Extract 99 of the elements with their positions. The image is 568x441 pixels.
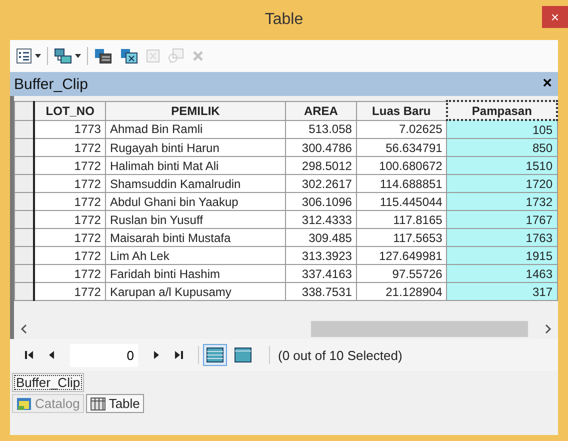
table-cell: Abdul Ghani bin Yaakup <box>105 192 286 210</box>
next-record-icon[interactable] <box>152 350 160 360</box>
table-cell: 1772 <box>34 174 106 192</box>
toolbar-button[interactable] <box>14 46 43 66</box>
row-selector[interactable] <box>14 228 34 246</box>
column-header[interactable]: PEMILIK <box>105 101 286 120</box>
table-cell: Lim Ah Lek <box>105 246 286 264</box>
row-selector[interactable] <box>14 138 34 156</box>
table-cell: Faridah binti Hashim <box>105 264 286 282</box>
table-cell: 300.4786 <box>286 138 356 156</box>
column-header[interactable]: Luas Baru <box>356 101 447 120</box>
row-selector[interactable] <box>14 174 34 192</box>
table-cell: 1773 <box>34 120 106 138</box>
table-cell: 1772 <box>34 264 106 282</box>
table-cell: 306.1096 <box>286 192 356 210</box>
table-cell: 1772 <box>34 156 106 174</box>
table-rows-icon <box>206 347 224 363</box>
table-cell: 1767 <box>446 210 557 228</box>
close-button[interactable]: × <box>540 75 554 93</box>
table-cell: 337.4163 <box>286 264 356 282</box>
table-cell: Karupan a/l Kupusamy <box>105 282 286 300</box>
table-cell: Shamsuddin Kamalrudin <box>105 174 286 192</box>
scroll-left-icon[interactable] <box>20 324 28 334</box>
row-selector[interactable] <box>14 246 34 264</box>
table-cell: 1763 <box>446 228 557 246</box>
table-cell: 309.485 <box>286 228 356 246</box>
catalog-icon <box>16 396 32 410</box>
table-cell: 338.7531 <box>286 282 356 300</box>
table-cell: 56.634791 <box>356 138 447 156</box>
row-selector[interactable] <box>14 120 34 138</box>
table-cell: 117.8165 <box>356 210 447 228</box>
table-cell: 1510 <box>446 156 557 174</box>
table-cell: 317 <box>446 282 557 300</box>
close-icon <box>192 50 204 62</box>
column-header[interactable]: LOT_NO <box>34 101 106 120</box>
row-selector[interactable] <box>14 210 34 228</box>
caret-icon <box>75 54 81 58</box>
table-cell: Maisarah binti Mustafa <box>105 228 286 246</box>
last-record-icon[interactable] <box>174 350 184 360</box>
table-cell: Ruslan bin Yusuff <box>105 210 286 228</box>
table-cell: 850 <box>446 138 557 156</box>
table-cell: 21.128904 <box>356 282 447 300</box>
table-cell: 100.680672 <box>356 156 447 174</box>
toolbar-button[interactable] <box>52 46 83 66</box>
caret-icon <box>35 54 41 58</box>
table-select-icon <box>94 48 112 64</box>
previous-record-icon[interactable] <box>48 350 56 360</box>
table-cell: 1772 <box>34 192 106 210</box>
table-title: Buffer_Clip <box>14 76 88 92</box>
table-cell: 313.3923 <box>286 246 356 264</box>
switch-selection-icon <box>120 48 138 64</box>
list-icon <box>16 48 32 64</box>
table-cell: 1732 <box>446 192 557 210</box>
layer-tab[interactable]: Buffer_Clip <box>12 373 84 392</box>
close-button[interactable]: × <box>542 6 568 28</box>
table-cell: Rugayah binti Harun <box>105 138 286 156</box>
zoom-selected-icon <box>168 48 184 64</box>
column-header[interactable]: Pampasan <box>446 101 557 120</box>
table-cell: 1720 <box>446 174 557 192</box>
column-header[interactable]: AREA <box>286 101 356 120</box>
table-cell: 114.688851 <box>356 174 447 192</box>
table-cell: 1772 <box>34 228 106 246</box>
toolbar-button[interactable] <box>92 46 114 66</box>
tables-icon <box>54 48 72 64</box>
table-cell: 127.649981 <box>356 246 447 264</box>
table-cell: 97.55726 <box>356 264 447 282</box>
table-cell: 1772 <box>34 210 106 228</box>
table-cell: 117.5653 <box>356 228 447 246</box>
table-cell: 1915 <box>446 246 557 264</box>
toolbar-button[interactable] <box>118 46 140 66</box>
table-cell: 513.058 <box>286 120 356 138</box>
table-cell: 1463 <box>446 264 557 282</box>
selection-status: (0 out of 10 Selected) <box>278 348 402 362</box>
row-selector[interactable] <box>14 156 34 174</box>
clear-selection-icon <box>146 49 160 63</box>
first-record-icon[interactable] <box>24 350 34 360</box>
scroll-thumb[interactable] <box>311 321 528 337</box>
table-cell: 312.4333 <box>286 210 356 228</box>
row-selector[interactable] <box>14 264 34 282</box>
table-cell: Halimah binti Mat Ali <box>105 156 286 174</box>
table-cell: 1772 <box>34 138 106 156</box>
record-field[interactable]: 0 <box>70 344 138 366</box>
table-cell: 1772 <box>34 246 106 264</box>
dock-tab[interactable]: Table <box>86 394 144 413</box>
row-selector[interactable] <box>14 192 34 210</box>
row-selector[interactable] <box>14 282 34 300</box>
show-all-records-button[interactable] <box>203 344 227 366</box>
table-cell: 302.2617 <box>286 174 356 192</box>
table-icon <box>90 396 106 410</box>
table-cell: 7.02625 <box>356 120 447 138</box>
table-icon <box>234 347 252 363</box>
table-cell: 1772 <box>34 282 106 300</box>
table-cell: 298.5012 <box>286 156 356 174</box>
table-cell: 105 <box>446 120 557 138</box>
table-cell: Ahmad Bin Ramli <box>105 120 286 138</box>
row-selector[interactable] <box>14 101 34 120</box>
scroll-right-icon[interactable] <box>544 324 552 334</box>
window-title: Table <box>264 11 304 29</box>
table-cell: 115.445044 <box>356 192 447 210</box>
